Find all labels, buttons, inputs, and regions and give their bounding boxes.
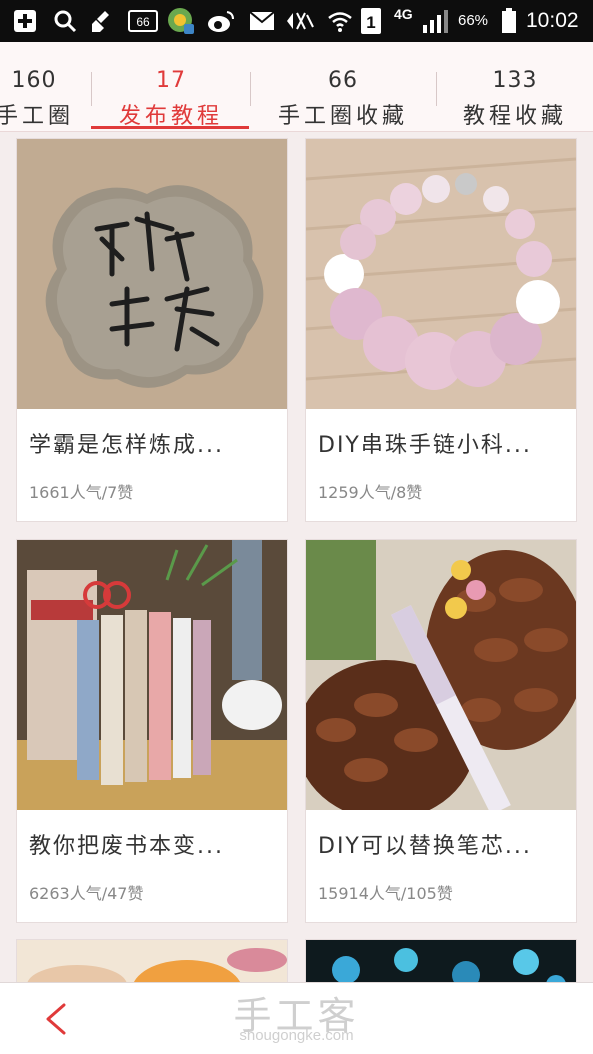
silent-icon <box>284 8 316 34</box>
search-icon <box>52 8 78 34</box>
tab-published-tutorials[interactable]: 17 发布教程 <box>92 42 250 132</box>
tab-handcraft-circle[interactable]: 160 手工圈 <box>0 42 84 132</box>
tutorial-card[interactable]: 教你把废书本变... 6263人气/47赞 <box>16 539 288 923</box>
signal-icon <box>420 8 450 34</box>
card-title: DIY串珠手链小科... <box>318 433 532 458</box>
card-title: DIY可以替换笔芯... <box>318 834 532 859</box>
tab-divider <box>250 72 251 106</box>
card-stats: 1259人气/8赞 <box>318 483 423 502</box>
cleaner-icon <box>90 8 116 34</box>
network-type: 4G <box>394 6 413 22</box>
sim-badge-icon: 66 <box>128 8 158 34</box>
tab-label: 手工圈收藏 <box>277 104 408 129</box>
wifi-icon <box>326 8 354 34</box>
tutorial-card[interactable]: 学霸是怎样炼成... 1661人气/7赞 <box>16 138 288 522</box>
tab-count: 133 <box>492 68 538 93</box>
profile-tabs: 160 手工圈 17 发布教程 66 手工圈收藏 133 教程收藏 <box>0 42 593 132</box>
clock: 10:02 <box>526 9 579 32</box>
svg-text:66: 66 <box>136 15 150 29</box>
add-icon <box>12 8 38 34</box>
mail-icon <box>248 8 276 34</box>
battery-percent: 66% <box>458 12 489 29</box>
tab-tutorial-favorites[interactable]: 133 教程收藏 <box>436 42 593 132</box>
app-icon <box>166 8 196 34</box>
tab-label: 手工圈 <box>0 104 74 129</box>
pinecone-pen-photo <box>306 540 576 810</box>
tab-count: 66 <box>328 68 358 93</box>
card-stats: 1661人气/7赞 <box>29 483 134 502</box>
brand-url: shougongke.com <box>239 1027 354 1044</box>
bottom-bar: 手工客 shougongke.com <box>0 982 593 1054</box>
card-title: 教你把废书本变... <box>29 834 224 859</box>
svg-text:1: 1 <box>366 13 375 32</box>
card-title: 学霸是怎样炼成... <box>29 433 224 458</box>
tab-count: 17 <box>156 68 186 93</box>
active-tab-indicator <box>91 126 249 129</box>
card-stats: 15914人气/105赞 <box>318 884 453 903</box>
tutorial-card[interactable]: DIY可以替换笔芯... 15914人气/105赞 <box>305 539 577 923</box>
tutorial-card[interactable]: DIY串珠手链小科... 1259人气/8赞 <box>305 138 577 522</box>
clay-medallion-photo <box>17 139 287 409</box>
book-bookends-photo <box>17 540 287 810</box>
tab-divider <box>91 72 92 106</box>
tab-circle-favorites[interactable]: 66 手工圈收藏 <box>250 42 436 132</box>
battery-icon <box>500 8 518 34</box>
tab-label: 教程收藏 <box>462 104 567 129</box>
tab-count: 160 <box>11 68 57 93</box>
weibo-icon <box>206 8 236 34</box>
status-bar: 66 1 4G 66% 10:02 <box>0 0 593 42</box>
card-stats: 6263人气/47赞 <box>29 884 144 903</box>
pink-bead-bracelet-photo <box>306 139 576 409</box>
tab-divider <box>436 72 437 106</box>
sim-slot-icon: 1 <box>360 8 382 34</box>
